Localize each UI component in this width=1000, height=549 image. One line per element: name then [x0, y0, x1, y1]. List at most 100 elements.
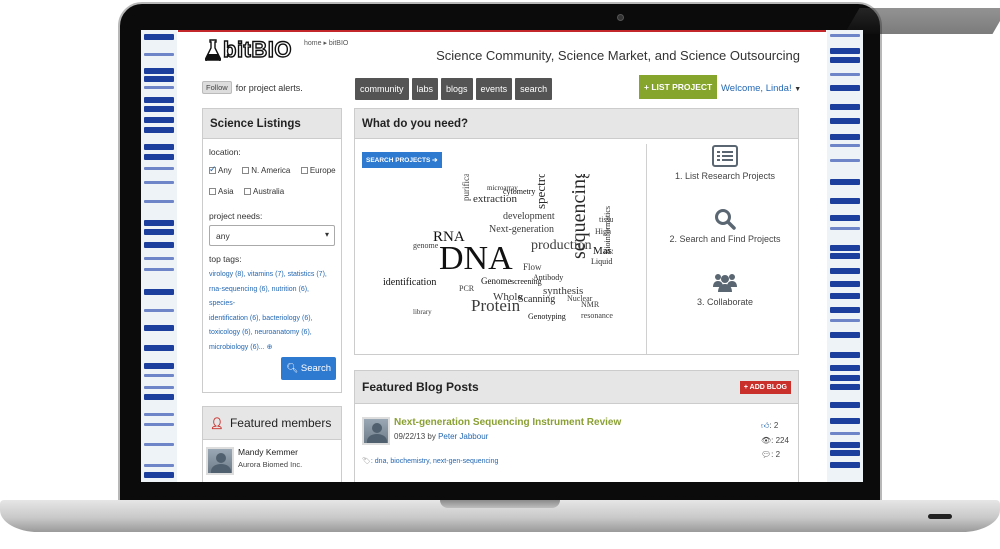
tag-line[interactable]: toxicology (6), neuroanatomy (6), — [209, 326, 335, 341]
gel-band — [144, 86, 174, 89]
nav-events[interactable]: events — [475, 78, 513, 100]
word-cloud-word: genome — [413, 241, 439, 250]
step-search-projects[interactable]: 2. Search and Find Projects — [651, 208, 799, 265]
web-page: bitBIO home ▸ bitBIO Science Community, … — [178, 30, 826, 482]
avatar[interactable] — [362, 417, 390, 445]
flask-icon — [205, 39, 221, 61]
gel-band — [144, 289, 174, 295]
location-europe-checkbox[interactable]: Europe — [300, 166, 336, 175]
gel-band — [144, 386, 174, 389]
tag-line[interactable]: virology (8), vitamins (7), statistics (… — [209, 268, 335, 283]
like-count: 2 — [773, 421, 779, 430]
search-button[interactable]: 🔍︎ Search — [281, 357, 336, 380]
gel-band — [144, 345, 174, 351]
search-button-label: Search — [300, 363, 331, 374]
top-tags-label: top tags: — [209, 254, 242, 264]
gel-band — [830, 293, 860, 299]
webcam — [617, 14, 624, 21]
step-collaborate[interactable]: 3. Collaborate — [651, 271, 799, 328]
gel-band — [830, 144, 860, 147]
thumbs-up-icon[interactable]: 👍︎ — [761, 421, 769, 430]
project-needs-select[interactable]: any — [209, 225, 335, 246]
step-label: 3. Collaborate — [696, 297, 754, 307]
featured-members-header: 👤︎ Featured members — [203, 407, 341, 440]
word-cloud-word: Flow — [523, 262, 542, 272]
word-cloud: DNA sequencingProteinproductionRNAspectro… — [383, 174, 613, 321]
checkbox-label: Europe — [309, 166, 336, 175]
gel-band — [830, 319, 860, 322]
gel-band — [144, 325, 174, 331]
list-project-button[interactable]: + LIST PROJECT — [639, 75, 718, 99]
gel-band — [830, 227, 860, 230]
post-by: by — [427, 432, 436, 441]
gel-band — [830, 253, 860, 259]
member-name[interactable]: Mandy Kemmer — [238, 447, 302, 457]
laptop-indicator — [928, 514, 952, 519]
location-asia-checkbox[interactable]: Asia — [209, 187, 234, 196]
search-projects-button[interactable]: SEARCH PROJECTS ➔ — [362, 152, 442, 168]
gel-band — [830, 104, 860, 110]
featured-blog-panel: Featured Blog Posts + ADD BLOG Next-gene… — [354, 370, 799, 482]
member-item[interactable]: Mandy Kemmer Aurora Biomed Inc. — [203, 440, 341, 482]
gel-band — [144, 443, 174, 446]
nav-blogs[interactable]: blogs — [441, 78, 473, 100]
nav-labs[interactable]: labs — [411, 78, 439, 100]
location-any-checkbox[interactable]: Any — [209, 164, 232, 175]
member-org: Aurora Biomed Inc. — [238, 460, 303, 469]
caret-down-icon: ▼ — [794, 86, 802, 93]
gel-band — [830, 432, 860, 435]
how-it-works: 1. List Research Projects 2. Search and … — [651, 139, 799, 328]
gel-band — [144, 127, 174, 133]
logo-text: bitBIO — [222, 36, 292, 62]
gel-band — [830, 215, 860, 221]
word-cloud-word: DNA — [439, 240, 513, 277]
tag-list[interactable]: virology (8), vitamins (7), statistics (… — [209, 268, 335, 355]
blog-post-stats: 👍︎: 2 👁︎: 224 💬︎: 2 — [761, 421, 789, 459]
tag-line[interactable]: rna-sequencing (6), nutrition (6), speci… — [209, 283, 335, 312]
word-cloud-word: development — [503, 211, 555, 222]
location-north-america-checkbox[interactable]: N. America — [242, 166, 290, 175]
step-list-projects[interactable]: 1. List Research Projects — [651, 145, 799, 202]
gel-band — [144, 413, 174, 416]
post-tags-text[interactable]: : dna, biochemistry, next-gen-sequencing — [371, 458, 499, 465]
word-cloud-word: High — [595, 227, 611, 236]
user-menu[interactable]: Welcome, Linda! ▼ — [721, 83, 801, 94]
checkbox-icon — [242, 167, 250, 174]
site-logo[interactable]: bitBIO — [205, 36, 292, 63]
view-count: 224 — [775, 435, 789, 445]
add-blog-button[interactable]: + ADD BLOG — [739, 380, 791, 394]
blog-post-title[interactable]: Next-generation Sequencing Instrument Re… — [394, 417, 621, 428]
people-icon — [651, 271, 799, 297]
nav-community[interactable]: community — [355, 78, 409, 100]
word-cloud-word: Scanning — [518, 294, 555, 305]
post-author-link[interactable]: Peter Jabbour — [438, 432, 488, 441]
gel-band — [144, 220, 174, 226]
site-tagline: Science Community, Science Market, and S… — [436, 48, 800, 63]
gel-band — [830, 352, 860, 358]
step-label: 1. List Research Projects — [674, 171, 776, 181]
gel-strip-right — [827, 30, 863, 482]
blog-post-tags[interactable]: 🏷︎: dna, biochemistry, next-gen-sequenci… — [362, 457, 498, 465]
word-cloud-word: PCR — [459, 284, 475, 293]
avatar[interactable] — [206, 447, 234, 475]
checkbox-label: Any — [218, 166, 232, 175]
tag-line[interactable]: identification (6), bacteriology (6), — [209, 312, 335, 327]
featured-members-title: Featured members — [229, 416, 332, 430]
word-cloud-word: Genotyping — [528, 312, 566, 321]
gel-band — [830, 462, 860, 468]
gel-band — [830, 73, 860, 76]
gel-band — [830, 268, 860, 274]
screen: bitBIO home ▸ bitBIO Science Community, … — [141, 30, 863, 482]
twitter-follow-button[interactable]: Follow — [202, 81, 232, 94]
location-australia-checkbox[interactable]: Australia — [244, 187, 284, 196]
nav-search[interactable]: search — [515, 78, 553, 100]
gel-band — [144, 68, 174, 74]
gel-band — [144, 257, 174, 260]
gel-band — [144, 363, 174, 369]
project-needs-label: project needs: — [209, 211, 263, 221]
checkbox-label: Asia — [218, 187, 234, 196]
tag-icon: 🏷︎ — [362, 458, 371, 465]
breadcrumb[interactable]: home ▸ bitBIO — [304, 39, 348, 47]
tag-line[interactable]: microbiology (6)... ⊕ — [209, 341, 335, 356]
gel-band — [830, 332, 860, 338]
